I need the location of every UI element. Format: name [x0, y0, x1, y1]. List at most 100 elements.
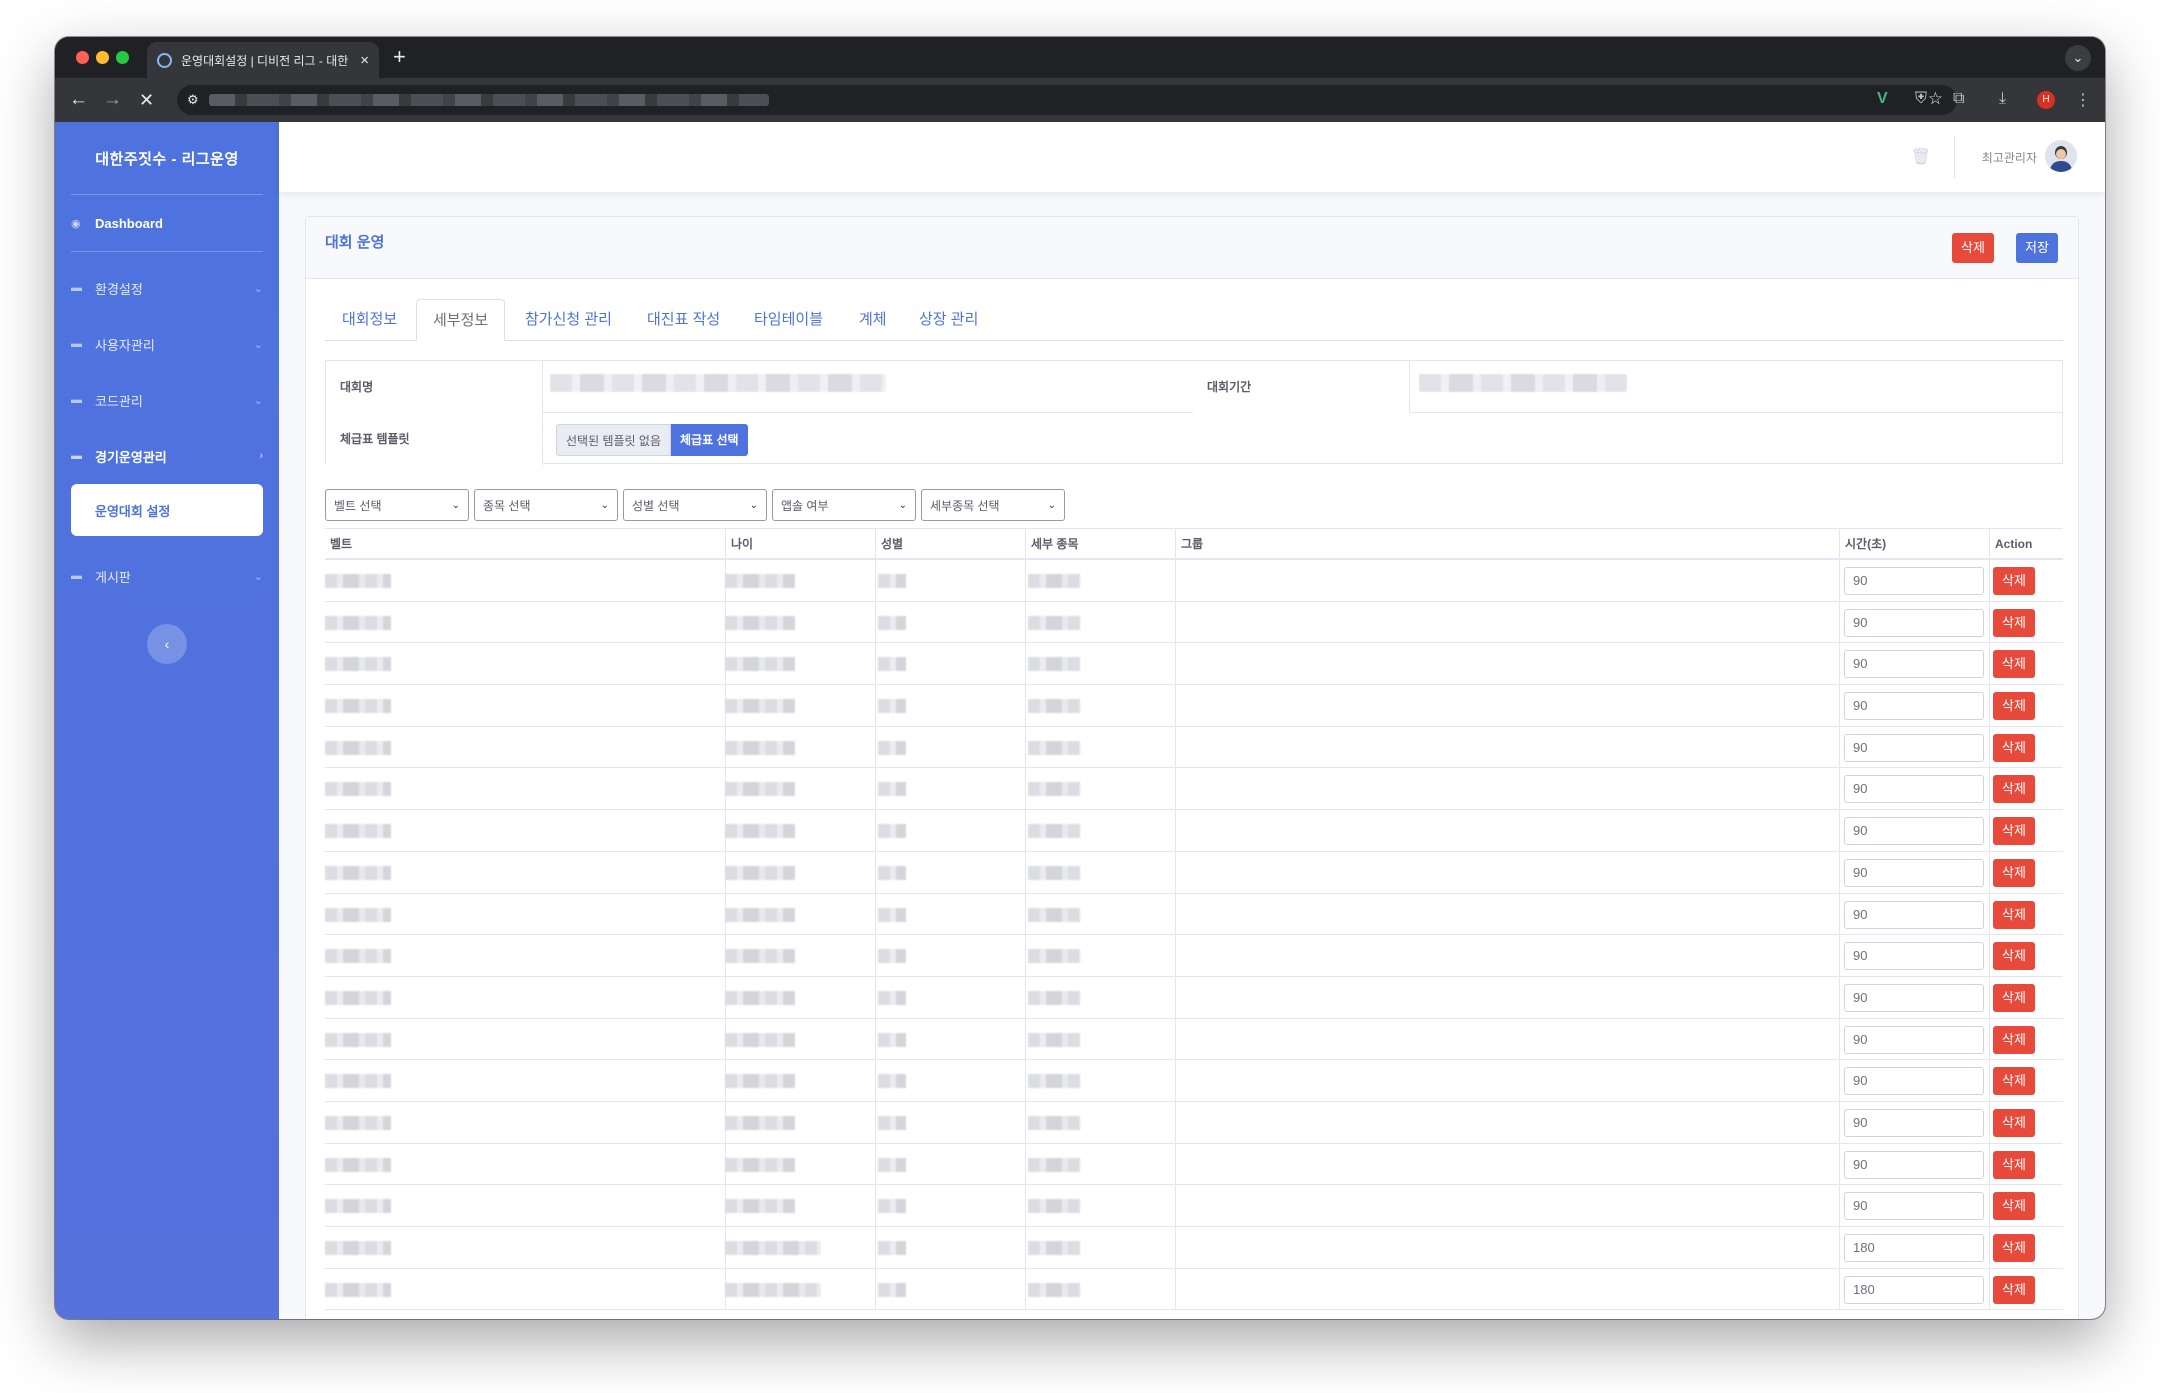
row-delete-button[interactable]: 삭제 — [1993, 1025, 2035, 1054]
bookmark-star-icon[interactable]: ☆ — [1928, 89, 1943, 109]
row-delete-button[interactable]: 삭제 — [1993, 817, 2035, 846]
time-seconds-input[interactable]: 90 — [1844, 1192, 1984, 1221]
user-avatar[interactable] — [2045, 140, 2077, 172]
belt-redacted — [325, 824, 391, 839]
tab-weigh-in[interactable]: 계체 — [859, 299, 887, 341]
time-seconds-input[interactable]: 90 — [1844, 775, 1984, 804]
tab-detail-info[interactable]: 세부정보 — [416, 299, 506, 341]
detail-redacted — [1028, 740, 1080, 755]
gender-redacted — [878, 865, 906, 880]
sidebar-subitem-competition-settings[interactable]: 운영대회 설정 — [71, 484, 263, 536]
row-delete-button[interactable]: 삭제 — [1993, 608, 2035, 637]
time-seconds-input[interactable]: 180 — [1844, 1275, 1984, 1304]
shield-extension-icon[interactable]: ⛨ — [1915, 90, 1927, 108]
time-seconds-input[interactable]: 90 — [1844, 900, 1984, 929]
detail-event-select[interactable]: 세부종목 선택 ⌄ — [921, 489, 1065, 521]
row-delete-button[interactable]: 삭제 — [1993, 567, 2035, 595]
row-delete-button[interactable]: 삭제 — [1993, 775, 2035, 804]
save-button[interactable]: 저장 — [2016, 233, 2058, 263]
delete-button[interactable]: 삭제 — [1952, 233, 1994, 263]
belt-redacted — [325, 865, 391, 880]
sidebar-item-dashboard[interactable]: ◉ Dashboard — [55, 195, 279, 251]
time-seconds-input[interactable]: 90 — [1844, 1067, 1984, 1096]
address-bar[interactable]: ⚙ ☆ — [177, 85, 1957, 115]
row-delete-button[interactable]: 삭제 — [1993, 650, 2035, 679]
row-delete-button[interactable]: 삭제 — [1993, 1275, 2035, 1304]
close-window-button[interactable] — [76, 51, 89, 64]
template-select-button[interactable]: 체급표 선택 — [671, 424, 748, 456]
sidebar-item-competition[interactable]: ▬ 경기운영관리 › — [55, 428, 279, 484]
row-delete-button[interactable]: 삭제 — [1993, 1192, 2035, 1221]
time-seconds-input[interactable]: 90 — [1844, 942, 1984, 971]
browser-tab[interactable]: 운영대회설정 | 디비전 리그 - 대한 × — [147, 42, 379, 78]
sidebar-item-board[interactable]: ▬ 게시판 ⌄ — [55, 548, 279, 604]
time-seconds-input[interactable]: 90 — [1844, 567, 1984, 595]
tab-search-chevron-icon[interactable]: ⌄ — [2065, 45, 2091, 71]
sidebar-item-users[interactable]: ▬ 사용자관리 ⌄ — [55, 316, 279, 372]
new-tab-button[interactable]: + — [393, 44, 406, 70]
time-seconds-input[interactable]: 90 — [1844, 817, 1984, 846]
time-seconds-input[interactable]: 90 — [1844, 733, 1984, 762]
extensions-puzzle-icon[interactable]: ⧉ — [1953, 90, 1964, 108]
template-none-button[interactable]: 선택된 템플릿 없음 — [556, 424, 671, 456]
gender-select[interactable]: 성별 선택 ⌄ — [623, 489, 767, 521]
time-seconds-input[interactable]: 90 — [1844, 1150, 1984, 1179]
profile-avatar-icon[interactable]: H — [2037, 91, 2055, 109]
row-delete-button[interactable]: 삭제 — [1993, 733, 2035, 762]
sidebar-item-label: 사용자관리 — [95, 337, 155, 353]
tab-registration[interactable]: 참가신청 관리 — [525, 299, 612, 341]
age-redacted — [725, 1282, 821, 1297]
table-row: 90 삭제 — [325, 643, 2063, 686]
event-select[interactable]: 종목 선택 ⌄ — [474, 489, 618, 521]
table-cell — [1175, 1143, 1839, 1185]
site-settings-icon[interactable]: ⚙ — [187, 92, 199, 108]
age-redacted — [725, 1032, 795, 1047]
sidebar-item-codes[interactable]: ▬ 코드관리 ⌄ — [55, 372, 279, 428]
user-name[interactable]: 최고관리자 — [1982, 149, 2037, 166]
row-delete-button[interactable]: 삭제 — [1993, 858, 2035, 887]
tab-bracket[interactable]: 대진표 작성 — [647, 299, 720, 341]
row-delete-button[interactable]: 삭제 — [1993, 692, 2035, 721]
row-delete-button[interactable]: 삭제 — [1993, 900, 2035, 929]
table-row: 180 삭제 — [325, 1227, 2063, 1269]
trash-icon[interactable]: 🗑 — [1911, 147, 1931, 167]
belt-select[interactable]: 벨트 선택 ⌄ — [325, 489, 469, 521]
more-menu-icon[interactable]: ⋮ — [2075, 90, 2091, 110]
forward-arrow-icon[interactable]: → — [103, 88, 122, 112]
tab-timetable[interactable]: 타임테이블 — [754, 299, 823, 341]
info-row: 대회명 대회기간 — [326, 361, 2062, 413]
back-arrow-icon[interactable]: ← — [69, 88, 88, 112]
stop-loading-icon[interactable]: ✕ — [139, 88, 154, 112]
gender-redacted — [878, 699, 906, 714]
time-seconds-input[interactable]: 90 — [1844, 1025, 1984, 1054]
download-icon[interactable]: ⤓ — [1999, 90, 2006, 108]
time-seconds-input[interactable]: 90 — [1844, 983, 1984, 1012]
row-delete-button[interactable]: 삭제 — [1993, 942, 2035, 971]
sidebar-item-settings[interactable]: ▬ 환경설정 ⌄ — [55, 260, 279, 316]
row-delete-button[interactable]: 삭제 — [1993, 1234, 2035, 1262]
vue-devtools-icon[interactable]: V — [1877, 90, 1888, 108]
detail-redacted — [1028, 1241, 1080, 1255]
table-row: 90 삭제 — [325, 1101, 2063, 1144]
time-seconds-input[interactable]: 90 — [1844, 1108, 1984, 1137]
time-seconds-input[interactable]: 90 — [1844, 858, 1984, 887]
sidebar-toggle-button[interactable]: ‹ — [147, 624, 187, 664]
table-cell — [1175, 1018, 1839, 1060]
close-tab-icon[interactable]: × — [360, 52, 369, 69]
time-seconds-input[interactable]: 90 — [1844, 650, 1984, 679]
row-delete-button[interactable]: 삭제 — [1993, 1108, 2035, 1137]
sidebar-brand[interactable]: 대한주짓수 - 리그운영 — [55, 122, 279, 194]
time-seconds-input[interactable]: 180 — [1844, 1234, 1984, 1262]
minimize-window-button[interactable] — [96, 51, 109, 64]
row-delete-button[interactable]: 삭제 — [1993, 1067, 2035, 1096]
absolute-select[interactable]: 앱솔 여부 ⌄ — [772, 489, 916, 521]
time-seconds-input[interactable]: 90 — [1844, 608, 1984, 637]
maximize-window-button[interactable] — [116, 51, 129, 64]
tab-competition-info[interactable]: 대회정보 — [342, 299, 397, 341]
row-delete-button[interactable]: 삭제 — [1993, 1150, 2035, 1179]
tab-awards[interactable]: 상장 관리 — [919, 299, 978, 341]
belt-redacted — [325, 740, 391, 755]
table-cell — [1175, 935, 1839, 976]
row-delete-button[interactable]: 삭제 — [1993, 983, 2035, 1012]
time-seconds-input[interactable]: 90 — [1844, 692, 1984, 721]
